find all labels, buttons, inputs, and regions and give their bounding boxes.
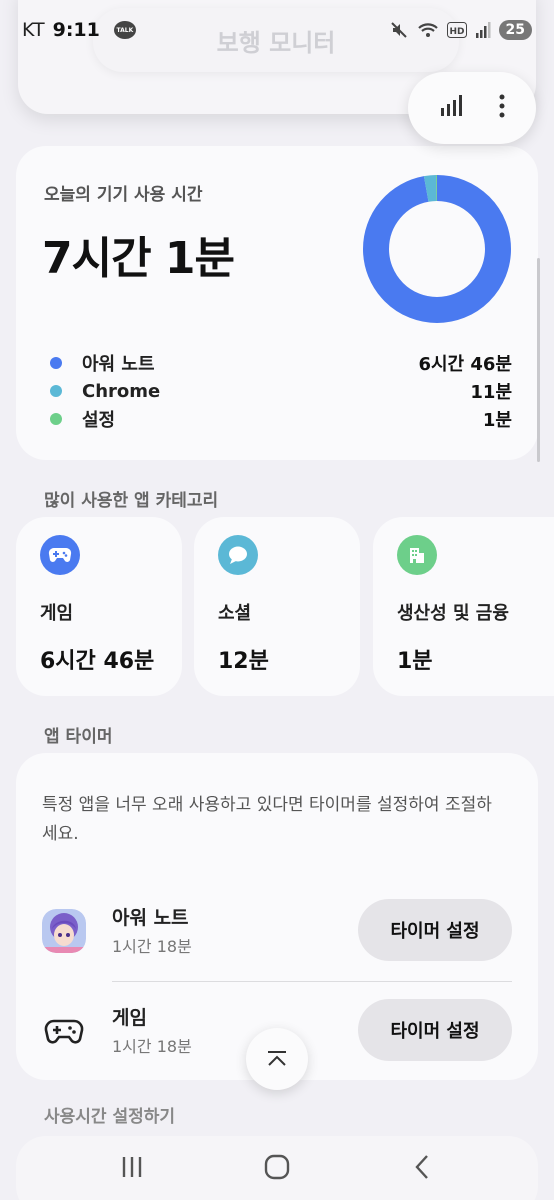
legend-dot [50,357,62,369]
more-vertical-icon[interactable] [497,92,507,124]
set-timer-button[interactable]: 타이머 설정 [358,999,512,1061]
category-time: 6시간 46분 [40,649,155,674]
legend-app-time: 11분 [470,382,512,403]
legend-app-time: 1분 [482,410,512,431]
scroll-to-top-button[interactable] [246,1028,308,1090]
legend-row-app3: 설정 1분 [50,405,512,433]
category-card-social[interactable]: 소셜 12분 [194,517,360,696]
category-time: 1분 [397,649,433,674]
usage-legend: 아워 노트 6시간 46분 Chrome 11분 설정 1분 [50,349,512,433]
timer-app-name: 아워 노트 [112,907,189,929]
status-bar: KT 9:11 TALK HD 25 [0,0,554,60]
chat-bubble-icon [218,535,258,575]
header-actions [408,72,536,144]
legend-app-name: 설정 [82,410,116,431]
recent-apps-icon[interactable] [102,1137,162,1197]
hd-label: HD [449,27,464,37]
legend-app-name: 아워 노트 [82,354,155,375]
timer-app-name: 게임 [112,1007,147,1029]
app-avatar-icon [42,909,86,953]
app-timer-description: 특정 앱을 너무 오래 사용하고 있다면 타이머를 설정하여 조절하세요. [42,795,492,844]
carrier-label: KT [22,19,45,41]
navigation-bar [0,1134,554,1200]
signal-icon [475,21,491,39]
category-card-game[interactable]: 게임 6시간 46분 [16,517,182,696]
donut-segment-1 [363,175,511,323]
wifi-icon [417,20,439,40]
talk-icon: TALK [113,21,136,39]
categories-title: 많이 사용한 앱 카테고리 [44,491,219,511]
legend-row-app2: Chrome 11분 [50,377,512,405]
timer-row-app: 아워 노트 1시간 18분 타이머 설정 [42,891,512,971]
legend-row-app1: 아워 노트 6시간 46분 [50,349,512,377]
device-usage-card[interactable]: 오늘의 기기 사용 시간 7시간 1분 아워 노트 6시간 46분 Chrome… [16,146,538,460]
category-time: 12분 [218,649,269,674]
category-name: 소셜 [218,603,252,624]
set-timer-button[interactable]: 타이머 설정 [358,899,512,961]
timer-app-usage: 1시간 18분 [112,1037,192,1056]
timer-app-usage: 1시간 18분 [112,937,192,956]
divider [112,981,512,982]
gamepad-outline-icon [44,1019,84,1044]
battery-icon: 25 [498,20,532,40]
category-name: 생산성 및 금융 [397,603,509,624]
hd-icon: HD [446,22,467,38]
app-timer-title: 앱 타이머 [44,727,113,747]
building-icon [397,535,437,575]
mute-icon [389,20,409,40]
usage-settings-title: 사용시간 설정하기 [44,1107,176,1127]
back-icon[interactable] [392,1137,452,1197]
home-icon[interactable] [247,1137,307,1197]
category-name: 게임 [40,603,74,624]
legend-app-name: Chrome [82,380,161,402]
usage-label: 오늘의 기기 사용 시간 [44,185,203,205]
category-card-productivity[interactable]: 생산성 및 금융 1분 [373,517,554,696]
usage-donut-chart [363,175,511,323]
clock: 9:11 [52,19,100,41]
chevron-up-icon [268,1051,286,1066]
usage-total: 7시간 1분 [42,233,235,284]
legend-dot [50,385,62,397]
scrollbar[interactable] [537,258,540,462]
legend-dot [50,413,62,425]
gamepad-icon [40,535,80,575]
legend-app-time: 6시간 46분 [418,354,512,375]
bar-chart-icon[interactable] [438,92,466,124]
